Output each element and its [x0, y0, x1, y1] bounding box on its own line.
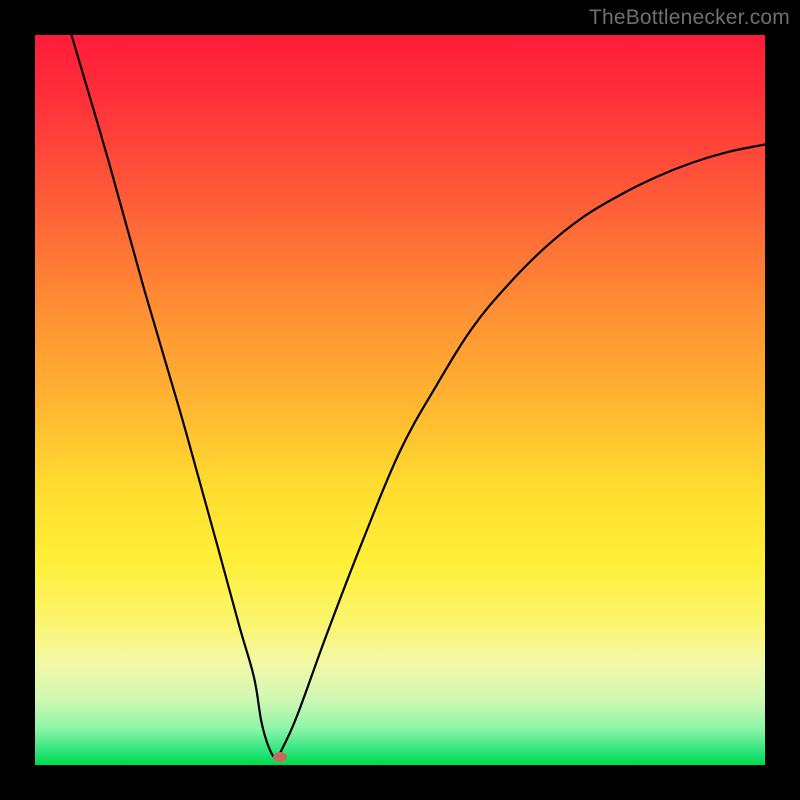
plot-area — [35, 35, 765, 765]
bottleneck-curve — [35, 35, 765, 765]
optimal-point-marker — [273, 752, 287, 762]
chart-stage: TheBottlenecker.com — [0, 0, 800, 800]
attribution-text: TheBottlenecker.com — [589, 6, 790, 30]
curve-path — [72, 35, 766, 758]
